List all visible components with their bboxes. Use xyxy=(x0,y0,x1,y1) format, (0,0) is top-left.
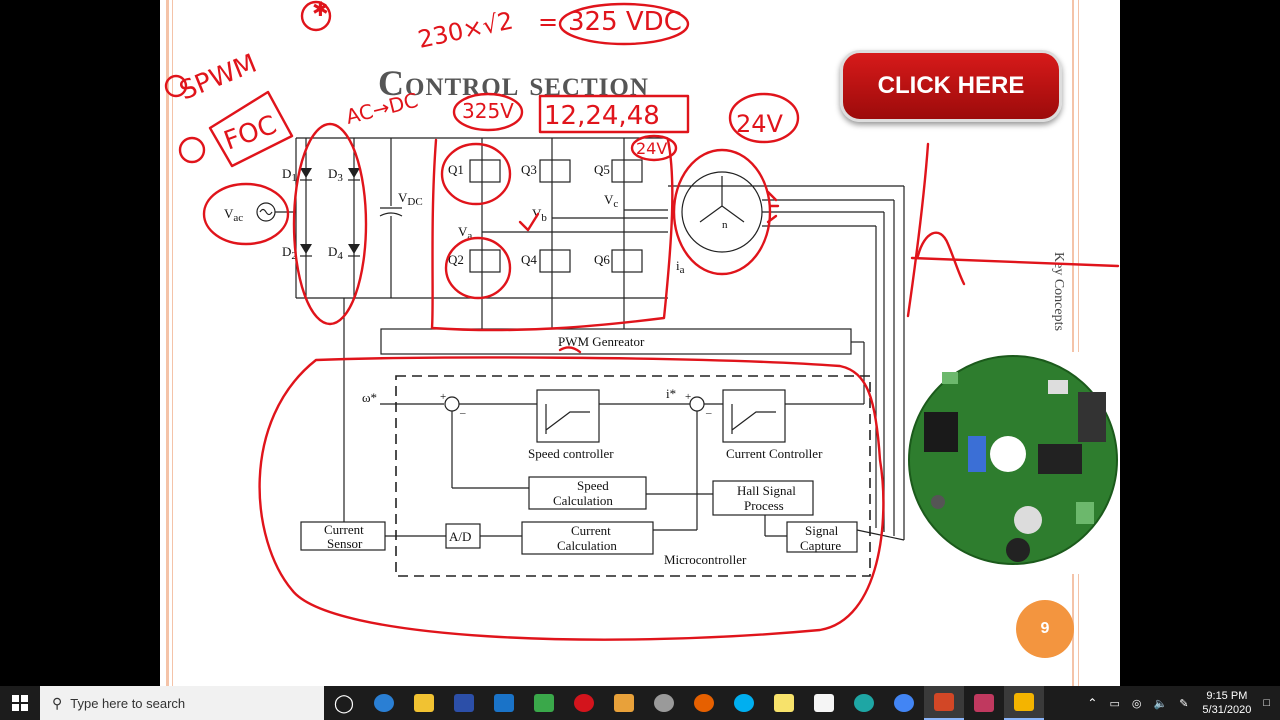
q3-label: Q3 xyxy=(521,162,537,177)
speed-calc-label-1: Speed xyxy=(577,478,609,493)
microcontroller-label: Microcontroller xyxy=(664,552,747,567)
minus1-label: – xyxy=(459,407,466,419)
pwm-generator: PWM Genreator xyxy=(380,298,865,404)
acdc-annotation: AC→DC xyxy=(343,88,420,129)
v24-small-annotation: 24V xyxy=(636,139,667,158)
d3-label: D xyxy=(328,166,337,181)
current-controller-label: Current Controller xyxy=(726,446,823,461)
volume-icon[interactable]: 🔈 xyxy=(1153,697,1167,710)
chrome-icon[interactable] xyxy=(884,686,924,720)
clock-date: 5/31/2020 xyxy=(1202,704,1252,716)
svg-text:Vc: Vc xyxy=(604,192,618,210)
current-calc-label-2: Calculation xyxy=(557,538,617,553)
d4-label: D xyxy=(328,244,337,259)
eq-left-annotation: 230×√2 xyxy=(415,6,515,53)
hall-label-1: Hall Signal xyxy=(737,483,796,498)
ia-sub: a xyxy=(680,264,685,276)
speed-calc-label-2: Calculation xyxy=(553,493,613,508)
firefox-icon[interactable] xyxy=(684,686,724,720)
v24-annotation: 24V xyxy=(736,110,784,138)
eq-equals-annotation: = xyxy=(538,8,558,36)
d4-sub: 4 xyxy=(337,250,343,262)
vc-sub: c xyxy=(613,198,618,210)
powerpoint-icon[interactable] xyxy=(924,686,964,720)
inverter: Q1 Q2 Q3 Q4 Q5 Q6 Va Vb Vc ia xyxy=(448,138,685,298)
system-tray: ⌃ ▭ ◎ 🔈 ✎ 9:15 PM 5/31/2020 □ xyxy=(1081,686,1280,720)
svg-text:D4: D4 xyxy=(328,244,343,262)
current-calc-label-1: Current xyxy=(571,523,611,538)
current-sensor-label-2: Sensor xyxy=(327,536,363,551)
notifications-icon[interactable]: □ xyxy=(1263,697,1270,709)
clock-time: 9:15 PM xyxy=(1206,690,1248,702)
plus1-label: + xyxy=(440,391,446,403)
current-sensor-label-1: Current xyxy=(324,522,364,537)
input-language-icon[interactable]: ✎ xyxy=(1179,697,1188,710)
search-icon: ⚲ xyxy=(52,694,63,711)
network-icon[interactable]: ◎ xyxy=(1132,697,1142,710)
app-e-icon[interactable] xyxy=(444,686,484,720)
hall-label-2: Process xyxy=(744,498,784,513)
q1-label: Q1 xyxy=(448,162,464,177)
skype-icon[interactable] xyxy=(724,686,764,720)
sticky-notes-icon[interactable] xyxy=(764,686,804,720)
taskbar: ⚲ Type here to search ◯ ⌃ ▭ ◎ 🔈 ✎ 9:15 P… xyxy=(0,686,1280,720)
svg-text:Vac: Vac xyxy=(224,206,243,224)
mail-icon[interactable] xyxy=(484,686,524,720)
d3-sub: 3 xyxy=(337,172,343,184)
q5-label: Q5 xyxy=(594,162,610,177)
svg-text:D1: D1 xyxy=(282,166,297,184)
app-media-icon[interactable] xyxy=(964,686,1004,720)
v325-annotation: 325V xyxy=(462,99,514,123)
edge-icon[interactable] xyxy=(364,686,404,720)
svg-text:D3: D3 xyxy=(328,166,343,184)
file-explorer-icon[interactable] xyxy=(404,686,444,720)
v12-24-48-annotation: 12,24,48 xyxy=(544,101,660,131)
start-button[interactable] xyxy=(0,686,40,720)
svg-text:VDC: VDC xyxy=(398,190,423,208)
control-diagram: Vac D1 D2 D3 D4 VDC Q1 Q2 Q3 Q4 Q5 Q6 Va… xyxy=(164,0,1120,641)
spwm-annotation: SPWM xyxy=(175,49,261,107)
eq-right-annotation: 325 VDC xyxy=(568,7,682,37)
signal-capture-label-2: Capture xyxy=(800,538,841,553)
app-green-icon[interactable] xyxy=(524,686,564,720)
minus2-label: – xyxy=(705,407,712,419)
search-placeholder: Type here to search xyxy=(70,695,186,711)
q6-label: Q6 xyxy=(594,252,610,267)
vb-sub: b xyxy=(541,212,547,224)
d2-label: D xyxy=(282,244,291,259)
opera-icon[interactable] xyxy=(564,686,604,720)
ad-label: A/D xyxy=(449,529,471,544)
clock[interactable]: 9:15 PM 5/31/2020 xyxy=(1202,689,1251,717)
d1-label: D xyxy=(282,166,291,181)
plus2-label: + xyxy=(685,391,691,403)
omega-label: ω* xyxy=(362,390,377,405)
app-pinwheel-icon[interactable] xyxy=(644,686,684,720)
edge-new-icon[interactable] xyxy=(844,686,884,720)
motor-n-label: n xyxy=(722,219,728,231)
speed-controller-label: Speed controller xyxy=(528,446,614,461)
q4-label: Q4 xyxy=(521,252,537,267)
battery-icon[interactable]: ▭ xyxy=(1109,697,1119,710)
task-view-icon[interactable]: ◯ xyxy=(324,686,364,720)
i-ref-label: i* xyxy=(666,386,676,401)
app-outlook-icon[interactable] xyxy=(604,686,644,720)
video-editor-icon[interactable] xyxy=(1004,686,1044,720)
svg-text:ia: ia xyxy=(676,258,685,276)
vac-sub: ac xyxy=(233,212,243,224)
blank-doc-icon[interactable] xyxy=(804,686,844,720)
search-box[interactable]: ⚲ Type here to search xyxy=(40,686,324,720)
windows-icon xyxy=(12,695,28,711)
vdc-sub: DC xyxy=(407,196,422,208)
chevron-up-icon[interactable]: ⌃ xyxy=(1087,696,1097,710)
signal-capture-label-1: Signal xyxy=(805,523,839,538)
